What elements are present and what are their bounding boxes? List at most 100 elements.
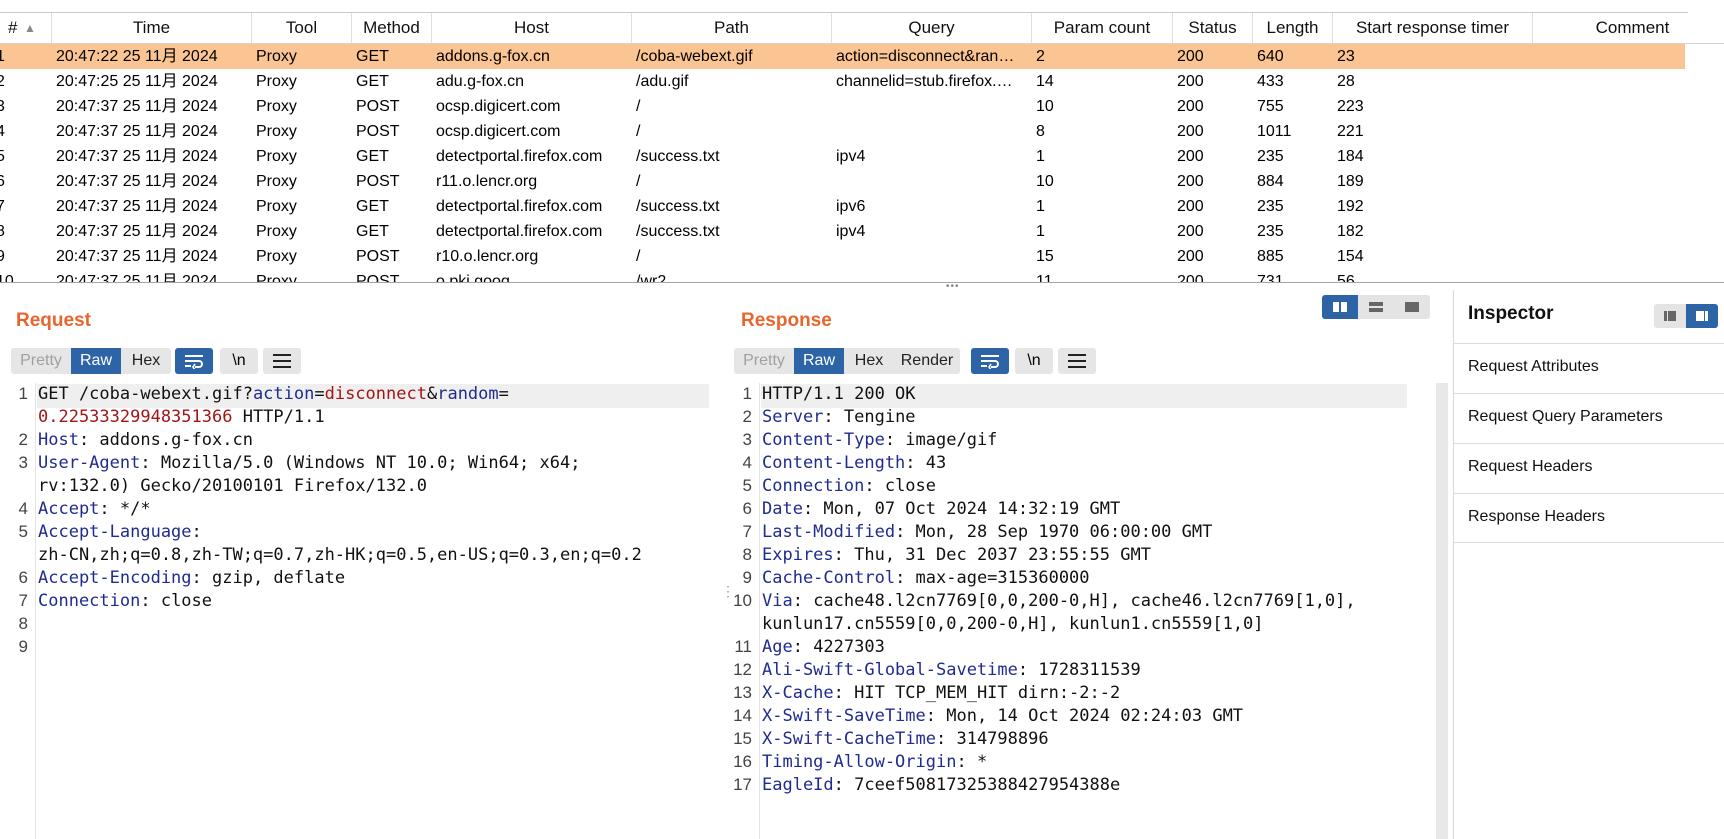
line-number: 5 [742,476,752,495]
tab-raw[interactable]: Raw [794,348,844,374]
show-newlines-button[interactable]: \n [1015,348,1053,374]
table-row[interactable]: 9 20:47:37 25 11月 2024 Proxy POST r10.o.lenc… [0,244,1724,269]
line-number: 7 [18,591,28,610]
code-line: X-Swift-SaveTime: Mon, 14 Oct 2024 02:24… [762,706,1243,726]
table-cell-length: 731 [1257,273,1284,283]
inspector-response-headers[interactable]: Response Headers [1454,493,1724,543]
table-cell-timer: 189 [1337,173,1364,190]
column-header[interactable]: Method [352,13,432,43]
table-cell-method: GET [356,223,389,240]
table-row[interactable]: 4 20:47:37 25 11月 2024 Proxy POST ocsp.digic… [0,119,1724,144]
table-cell-comment [1537,219,1724,244]
tab-render[interactable]: Render [894,348,960,374]
table-cell-timer: 221 [1337,123,1364,140]
code-text: : Tengine [823,407,916,427]
column-header[interactable]: Path [632,13,832,43]
tab-hex[interactable]: Hex [844,348,894,374]
table-row[interactable]: 8 20:47:37 25 11月 2024 Proxy GET detectporta… [0,219,1724,244]
table-cell-params: 1 [1036,223,1045,240]
column-header[interactable]: Tool [252,13,352,43]
layout-single-icon[interactable] [1394,295,1430,319]
table-cell-tool: Proxy [256,173,297,190]
code-line: Accept-Encoding: gzip, deflate [38,568,345,588]
table-cell-query: ipv6 [836,198,866,215]
column-header[interactable]: Host [432,13,632,43]
request-editor[interactable]: 1 GET /coba-webext.gif?action=disconnect&… [0,383,713,839]
code-line: 0.22533329948351366 HTTP/1.1 [38,407,325,427]
line-number: 6 [742,499,752,518]
code-text: = [314,384,325,404]
header-name: Age [762,637,793,657]
table-cell-path: / [636,123,641,140]
table-cell-length: 1011 [1257,123,1292,140]
table-cell-method: GET [356,48,389,65]
resize-grip-icon[interactable]: ••• [946,282,962,292]
table-row[interactable]: 7 20:47:37 25 11月 2024 Proxy GET detectporta… [0,194,1724,219]
table-cell-comment [1537,44,1724,69]
code-text: : image/gif [884,430,998,450]
inspector-request-headers[interactable]: Request Headers [1454,443,1724,493]
response-title: Response [741,310,832,331]
tab-hex[interactable]: Hex [121,348,171,374]
header-name: Connection [38,591,141,611]
column-header[interactable]: Status [1173,13,1253,43]
sort-ascending-icon[interactable]: ▲ [24,13,36,43]
table-cell-params: 2 [1036,48,1045,65]
table-row[interactable]: 6 20:47:37 25 11月 2024 Proxy POST r11.o.lenc… [0,169,1724,194]
table-cell-host: detectportal.firefox.com [436,198,603,215]
tab-pretty[interactable]: Pretty [11,348,71,374]
line-number: 8 [742,545,752,564]
code-line: GET /coba-webext.gif?action=disconnect&r… [38,384,509,404]
table-cell-timer: 56 [1337,273,1355,283]
layout-stacked-icon[interactable] [1358,295,1394,319]
header-name: Timing-Allow-Origin [762,752,957,772]
code-line: HTTP/1.1 200 OK [762,384,916,404]
table-cell-path: / [636,98,641,115]
table-cell-method: POST [356,248,400,265]
inspector-request-query-parameters[interactable]: Request Query Parameters [1454,393,1724,443]
response-editor[interactable]: 1 HTTP/1.1 200 OK 2 Server: Tengine 3 Content… [724,383,1436,839]
table-row[interactable]: 10 20:47:37 25 11月 2024 Proxy POST o.pki.goo… [0,269,1724,283]
table-row[interactable]: 2 20:47:25 25 11月 2024 Proxy GET adu.g-fox.c… [0,69,1724,94]
inspector-expand-icon[interactable] [1686,304,1718,328]
tab-pretty[interactable]: Pretty [734,348,794,374]
code-text: HTTP/1.1 200 OK [762,384,916,404]
column-header[interactable]: Start response timer [1333,13,1533,43]
response-scrollbar[interactable] [1436,383,1448,839]
table-cell-host: r10.o.lencr.org [436,248,539,265]
show-newlines-button[interactable]: \n [220,348,258,374]
line-number: 15 [733,729,752,748]
table-cell-num: 2 [0,69,40,94]
column-header[interactable]: Time [52,13,252,43]
table-cell-comment [1537,94,1724,119]
menu-icon[interactable] [263,348,301,374]
table-row[interactable]: 5 20:47:37 25 11月 2024 Proxy GET detectporta… [0,144,1724,169]
menu-icon[interactable] [1058,348,1096,374]
column-header[interactable]: Param count [1032,13,1173,43]
wrap-lines-icon[interactable] [175,348,213,374]
table-row[interactable]: 3 20:47:37 25 11月 2024 Proxy POST ocsp.digic… [0,94,1724,119]
layout-split-icon[interactable] [1322,295,1358,319]
table-cell-query [836,169,1028,194]
table-cell-params: 10 [1036,173,1054,190]
column-header[interactable]: Comment [1533,13,1724,43]
wrap-lines-icon[interactable] [971,348,1009,374]
header-name: Last-Modified [762,522,896,542]
table-cell-host: detectportal.firefox.com [436,223,603,240]
line-number: 11 [734,637,752,656]
header-name: Content-Length [762,453,906,473]
pane-divider[interactable] [0,282,1724,283]
table-cell-comment [1537,194,1724,219]
line-number: 2 [18,430,28,449]
inspector-request-attributes[interactable]: Request Attributes [1454,343,1724,393]
table-row[interactable]: 1 20:47:22 25 11月 2024 Proxy GET addons.g-fo… [0,44,1724,69]
table-cell-num: 9 [0,244,40,269]
column-header[interactable]: Length [1253,13,1333,43]
code-line: rv:132.0) Gecko/20100101 Firefox/132.0 [38,476,427,496]
header-name: Accept-Encoding [38,568,192,588]
table-cell-method: GET [356,148,389,165]
column-header[interactable]: Query [832,13,1032,43]
table-cell-host: ocsp.digicert.com [436,98,561,115]
tab-raw[interactable]: Raw [71,348,121,374]
inspector-collapse-icon[interactable] [1654,304,1686,328]
